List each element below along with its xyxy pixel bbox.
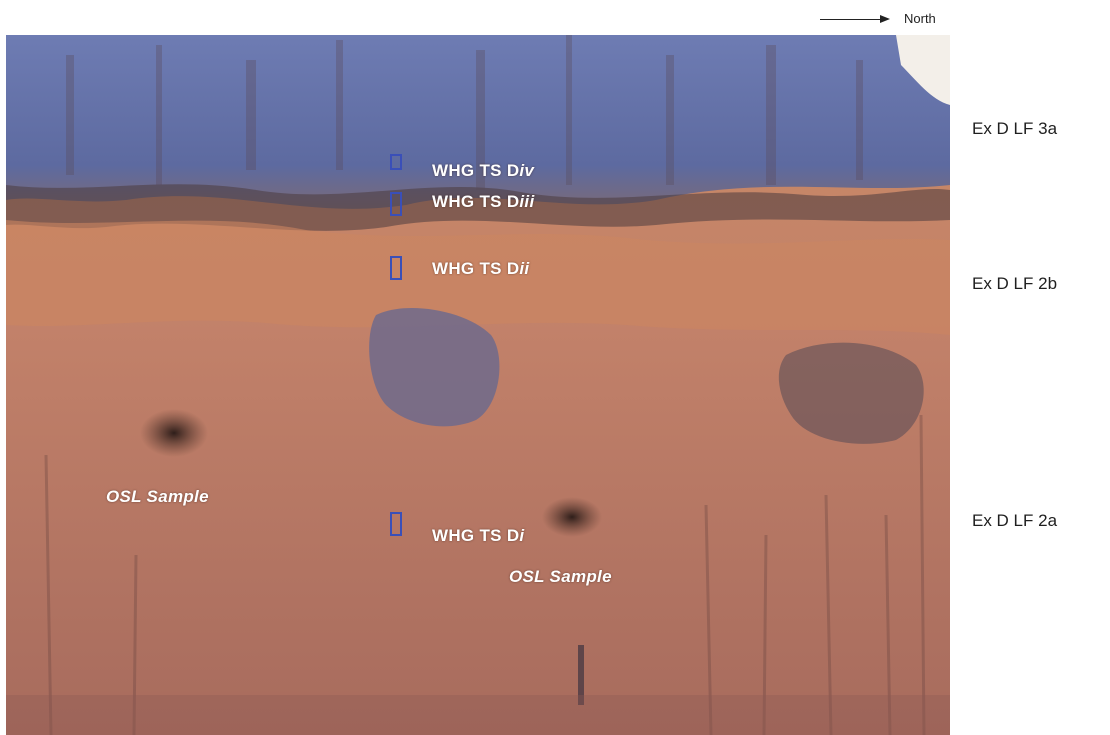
label-d-ii-prefix: WHG TS D [432, 259, 520, 278]
label-whg-ts-d-iii: WHG TS Diii [432, 192, 534, 212]
north-arrow: North [820, 8, 955, 30]
north-arrow-line [820, 19, 882, 20]
label-whg-ts-d-iv: WHG TS Div [432, 161, 534, 181]
unit-label-lf2b: Ex D LF 2b [972, 274, 1058, 293]
label-d-i-prefix: WHG TS D [432, 526, 520, 545]
label-d-iii-suffix: iii [519, 192, 535, 211]
label-d-iv-prefix: WHG TS D [432, 161, 520, 180]
unit-label-lf3a: Ex D LF 3a [972, 119, 1058, 138]
label-osl-sample-right: OSL Sample [509, 567, 612, 586]
north-arrow-head [880, 15, 890, 23]
label-d-iii-prefix: WHG TS D [432, 192, 520, 211]
label-d-ii-suffix: ii [519, 259, 530, 278]
unit-label-lf2a: Ex D LF 2a [972, 511, 1058, 530]
label-osl-sample-left: OSL Sample [106, 487, 209, 506]
label-d-i-suffix: i [519, 526, 525, 545]
north-label: North [904, 11, 936, 26]
sediment-profile-drawing [6, 35, 950, 735]
label-d-iv-suffix: iv [519, 161, 535, 180]
excavation-section-photo: WHG TS Div WHG TS Diii WHG TS Dii OSL Sa… [6, 35, 950, 735]
label-whg-ts-d-i: WHG TS Di [432, 526, 524, 546]
label-whg-ts-d-ii: WHG TS Dii [432, 259, 529, 279]
